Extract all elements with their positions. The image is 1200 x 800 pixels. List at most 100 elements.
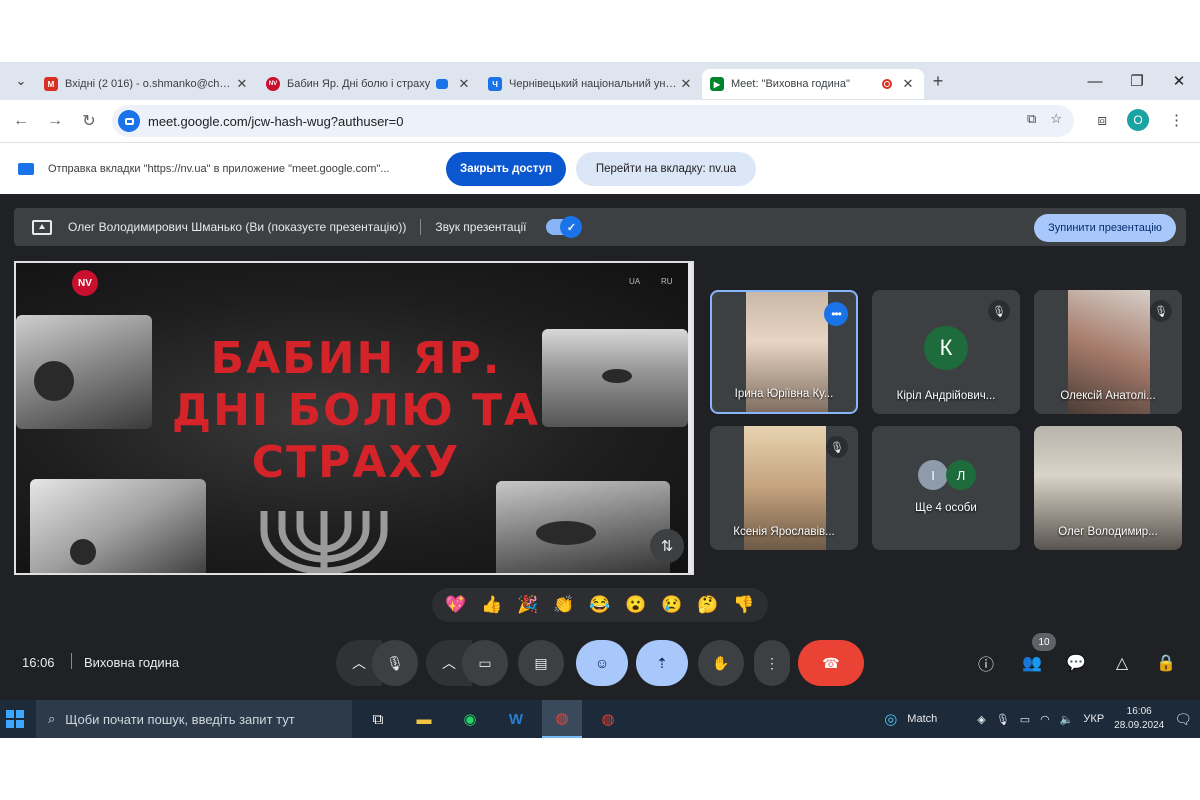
whatsapp-icon[interactable]: ◉: [450, 700, 490, 738]
volume-icon[interactable]: 🔈: [1060, 713, 1074, 726]
people-count-badge: 10: [1032, 633, 1056, 651]
tab-gmail[interactable]: M Вхідні (2 016) - o.shmanko@chnu.edu.ua…: [36, 69, 258, 99]
stop-presenting-button[interactable]: Зупинити презентацію: [1034, 214, 1176, 242]
tab-title: Meet: "Виховна година": [731, 78, 850, 90]
avatar: Л: [946, 460, 976, 490]
close-tab-icon[interactable]: ✕: [456, 76, 472, 92]
omnibox[interactable]: meet.google.com/jcw-hash-wug?authuser=0 …: [112, 105, 1074, 137]
tab-chnu[interactable]: Ч Чернівецький національний університет …: [480, 69, 702, 99]
camera-icon: ▭: [478, 654, 492, 671]
more-participants-label: Ще 4 особи: [915, 502, 977, 514]
emoji-button[interactable]: ☺: [576, 640, 628, 686]
participant-tile[interactable]: 🎙 Олексій Анатолі...: [1034, 290, 1182, 414]
forward-button[interactable]: →: [38, 112, 72, 130]
chevron-up-icon: ︿: [442, 655, 456, 671]
archive-photo-ravine: [542, 329, 688, 427]
info-icon[interactable]: ⓘ: [974, 651, 998, 675]
word-icon[interactable]: W: [496, 700, 536, 738]
camera-button[interactable]: ▭: [462, 640, 508, 686]
wifi-icon[interactable]: ◠: [1040, 713, 1050, 726]
extensions-icon[interactable]: ⧈: [1097, 112, 1107, 129]
participant-tile[interactable]: 🎙 К Кіріл Андрійович...: [872, 290, 1020, 414]
archive-photo-soldier: [16, 315, 152, 429]
mic-tray-icon[interactable]: 🎙: [996, 713, 1010, 726]
tab-nv[interactable]: NV Бабин Яр. Дні болю і страху ✕: [258, 69, 480, 99]
present-button[interactable]: ⇡: [636, 640, 688, 686]
chnu-icon: Ч: [488, 77, 502, 91]
windows-start-icon[interactable]: [6, 710, 24, 728]
presentation-audio-toggle[interactable]: ✓: [546, 216, 583, 238]
file-explorer-icon[interactable]: ▬: [404, 700, 444, 738]
more-options-icon[interactable]: •••: [824, 302, 848, 326]
participant-tile[interactable]: 🎙 Ксенія Ярославів...: [710, 426, 858, 550]
bookmark-star-icon[interactable]: ☆: [1050, 111, 1062, 127]
activities-icon[interactable]: △: [1110, 651, 1134, 675]
microphone-button[interactable]: 🎙: [372, 640, 418, 686]
profile-avatar[interactable]: O: [1127, 109, 1149, 131]
minimize-button[interactable]: —: [1074, 62, 1116, 100]
reaction-party[interactable]: 🎉: [514, 595, 542, 615]
chrome-icon[interactable]: ◍: [588, 700, 628, 738]
new-tab-button[interactable]: +: [924, 71, 952, 92]
reaction-clap[interactable]: 👏: [550, 595, 578, 615]
more-options-button[interactable]: ⋮: [754, 640, 790, 686]
participant-tile[interactable]: І Л Ще 4 особи: [872, 426, 1020, 550]
close-tab-icon[interactable]: ✕: [900, 76, 916, 92]
goto-tab-button[interactable]: Перейти на вкладку: nv.ua: [576, 152, 756, 186]
chat-icon[interactable]: 💬: [1064, 651, 1088, 675]
reaction-heart[interactable]: 💖: [442, 595, 470, 615]
leave-call-button[interactable]: ☎: [798, 640, 864, 686]
weather-icon: ◎: [884, 711, 898, 728]
window-controls: — ❐ ✕: [1074, 62, 1200, 100]
stop-sharing-button[interactable]: Закрыть доступ: [446, 152, 566, 186]
host-controls-icon[interactable]: 🔒: [1154, 651, 1178, 675]
back-button[interactable]: ←: [4, 112, 38, 130]
scrollbar[interactable]: [688, 263, 692, 573]
people-icon[interactable]: 👥: [1020, 651, 1044, 675]
reaction-thumbs-up[interactable]: 👍: [478, 595, 506, 615]
close-tab-icon[interactable]: ✕: [234, 76, 250, 92]
battery-icon[interactable]: ▭: [1020, 713, 1030, 726]
chrome-icon[interactable]: ◍: [542, 700, 582, 738]
reload-button[interactable]: ↻: [72, 111, 106, 131]
reaction-thinking[interactable]: 🤔: [694, 595, 722, 615]
weather-label[interactable]: Match: [907, 713, 937, 725]
captions-button[interactable]: ▤: [518, 640, 564, 686]
notifications-icon[interactable]: 🗨: [1174, 711, 1192, 728]
reaction-laugh[interactable]: 😂: [586, 595, 614, 615]
tab-meet[interactable]: ▶ Meet: "Виховна година" ✕: [702, 69, 924, 99]
menu-dots-icon[interactable]: ⋮: [1169, 111, 1184, 129]
more-vert-icon: ⋮: [765, 654, 779, 671]
close-tab-icon[interactable]: ✕: [678, 76, 694, 92]
taskbar-search[interactable]: ⌕ Щоби почати пошук, введіть запит тут: [36, 700, 352, 738]
meet-icon: ▶: [710, 77, 724, 91]
archive-photo-bodies: [496, 481, 670, 573]
tab-search-icon[interactable]: ⌄: [6, 69, 36, 93]
translate-icon[interactable]: ⧉: [1027, 111, 1036, 127]
copilot-icon[interactable]: ◈: [977, 713, 985, 726]
restore-button[interactable]: ❐: [1116, 62, 1158, 100]
raise-hand-button[interactable]: ✋: [698, 640, 744, 686]
reaction-thumbs-down[interactable]: 👎: [730, 595, 758, 615]
participant-name: Кіріл Андрійович...: [896, 390, 996, 402]
lang-ua-link: UA: [629, 277, 641, 286]
check-icon: ✓: [560, 216, 583, 238]
menorah-icon: [260, 511, 388, 573]
participant-tile[interactable]: Олег Володимир...: [1034, 426, 1182, 550]
task-view-icon[interactable]: ⧉: [358, 700, 398, 738]
participant-tile[interactable]: ••• Ірина Юріївна Ку...: [710, 290, 858, 414]
mic-off-icon: 🎙: [826, 436, 848, 458]
present-screen-icon: ⇡: [656, 654, 668, 671]
meeting-title: Виховна година: [84, 655, 180, 670]
reaction-surprised[interactable]: 😮: [622, 595, 650, 615]
swap-layout-icon[interactable]: ⇅: [650, 529, 684, 563]
language-indicator[interactable]: УКР: [1083, 713, 1104, 725]
url-text[interactable]: meet.google.com/jcw-hash-wug?authuser=0: [148, 114, 403, 129]
taskbar-clock[interactable]: 16:06 28.09.2024: [1114, 705, 1164, 733]
close-window-button[interactable]: ✕: [1158, 62, 1200, 100]
mic-off-icon: 🎙: [1150, 300, 1172, 322]
participant-name: Ірина Юріївна Ку...: [734, 388, 834, 400]
gmail-icon: M: [44, 77, 58, 91]
reaction-sad[interactable]: 😢: [658, 595, 686, 615]
meet-site-icon[interactable]: [118, 110, 140, 132]
